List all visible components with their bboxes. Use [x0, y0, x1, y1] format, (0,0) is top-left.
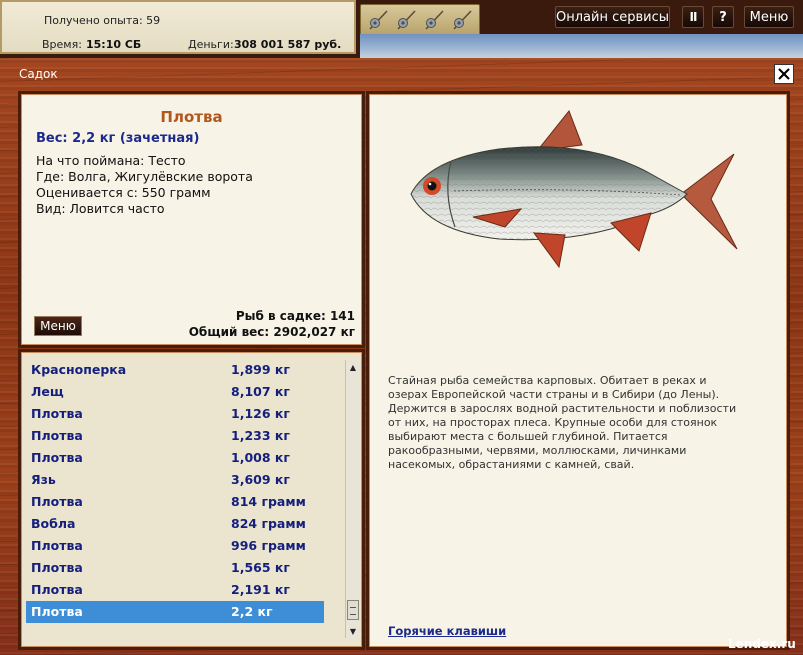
fish-list-row[interactable]: Плотва 1,565 кг	[26, 557, 324, 579]
time-label: Время:	[42, 38, 82, 51]
fish-list-row[interactable]: Плотва 814 грамм	[26, 491, 324, 513]
time-value: 15:10 СБ	[86, 38, 142, 51]
gear-slots	[360, 4, 480, 36]
fish-row-name: Плотва	[31, 538, 83, 553]
fish-row-weight: 3,609 кг	[231, 472, 290, 487]
fish-list-row[interactable]: Плотва 1,233 кг	[26, 425, 324, 447]
valued-from-text: Оценивается с: 550 грамм	[36, 185, 211, 200]
scroll-up-arrow-icon[interactable]: ▲	[346, 360, 360, 374]
fish-row-name: Плотва	[31, 560, 83, 575]
fish-list-row[interactable]: Плотва 2,2 кг	[26, 601, 324, 623]
fish-row-name: Плотва	[31, 604, 83, 619]
rod-reel-icon[interactable]	[395, 9, 417, 31]
online-services-button[interactable]: Онлайн сервисы	[555, 6, 670, 28]
fish-list-row[interactable]: Плотва 996 грамм	[26, 535, 324, 557]
fish-row-weight: 2,191 кг	[231, 582, 290, 597]
fish-row-weight: 824 грамм	[231, 516, 306, 531]
fish-menu-button[interactable]: Меню	[34, 316, 82, 336]
fish-name: Плотва	[160, 108, 223, 126]
window-title-bar: Садок	[0, 58, 803, 88]
fish-info-panel: Плотва Вес: 2,2 кг (зачетная) На что пой…	[18, 91, 365, 348]
money-label: Деньги:	[188, 38, 234, 51]
list-scrollbar[interactable]: ▲ ▼	[345, 360, 360, 638]
pause-button[interactable]: II	[682, 6, 704, 28]
fish-row-name: Красноперка	[31, 362, 127, 377]
roach-fish-illustration	[410, 110, 738, 269]
rod-reel-icon[interactable]	[451, 9, 473, 31]
window-title: Садок	[19, 67, 58, 81]
fish-row-name: Язь	[31, 472, 56, 487]
rod-reel-icon[interactable]	[423, 9, 445, 31]
scroll-thumb[interactable]	[347, 600, 359, 620]
fish-description-panel: Стайная рыба семейства карповых. Обитает…	[366, 91, 790, 650]
close-button[interactable]	[774, 64, 794, 84]
fish-row-name: Плотва	[31, 406, 83, 421]
close-icon	[778, 68, 790, 80]
experience-text: Получено опыта: 59	[44, 14, 161, 27]
fish-row-name: Лещ	[31, 384, 64, 399]
fish-weight: Вес: 2,2 кг (зачетная)	[36, 131, 200, 146]
fish-row-weight: 1,233 кг	[231, 428, 290, 443]
money-value: 308 001 587 руб.	[234, 38, 342, 51]
fish-list-row[interactable]: Лещ 8,107 кг	[26, 381, 324, 403]
fish-row-weight: 1,126 кг	[231, 406, 290, 421]
fish-row-weight: 814 грамм	[231, 494, 306, 509]
rod-reel-icon[interactable]	[367, 9, 389, 31]
fish-row-name: Плотва	[31, 494, 83, 509]
fish-description: Стайная рыба семейства карповых. Обитает…	[388, 374, 737, 471]
caught-with-text: На что поймана: Тесто	[36, 153, 186, 168]
main-menu-button[interactable]: Меню	[744, 6, 794, 28]
fish-row-name: Плотва	[31, 450, 83, 465]
fish-list-row[interactable]: Плотва 1,008 кг	[26, 447, 324, 469]
fish-row-name: Плотва	[31, 428, 83, 443]
fish-row-weight: 1,899 кг	[231, 362, 290, 377]
scroll-down-arrow-icon[interactable]: ▼	[346, 624, 360, 638]
fish-count: Рыб в садке: 141	[235, 309, 355, 323]
caught-where-text: Где: Волга, Жигулёвские ворота	[36, 169, 253, 184]
fish-row-weight: 2,2 кг	[231, 604, 273, 619]
top-bar: Получено опыта: 59 Время: 15:10 СБ Деньг…	[0, 0, 803, 58]
fish-row-name: Вобла	[31, 516, 76, 531]
player-stats-panel: Получено опыта: 59 Время: 15:10 СБ Деньг…	[0, 0, 356, 54]
fish-row-weight: 1,565 кг	[231, 560, 290, 575]
fish-list-panel: Красноперка 1,899 кг Лещ 8,107 кг Плотва 1,12…	[18, 349, 365, 650]
occurrence-text: Вид: Ловится часто	[36, 201, 165, 216]
hotkeys-link[interactable]: Горячие клавиши	[388, 624, 506, 638]
fish-row-name: Плотва	[31, 582, 83, 597]
fish-row-weight: 1,008 кг	[231, 450, 290, 465]
total-weight: Общий вес: 2902,027 кг	[188, 325, 355, 339]
fish-row-weight: 8,107 кг	[231, 384, 290, 399]
fish-list-row[interactable]: Язь 3,609 кг	[26, 469, 324, 491]
watermark: Lendex.ru	[728, 637, 796, 651]
fish-list-row[interactable]: Красноперка 1,899 кг	[26, 359, 324, 381]
sky-background	[360, 34, 803, 58]
fish-row-weight: 996 грамм	[231, 538, 306, 553]
fish-list-row[interactable]: Плотва 2,191 кг	[26, 579, 324, 601]
fish-list: Красноперка 1,899 кг Лещ 8,107 кг Плотва 1,12…	[26, 359, 324, 623]
fish-list-row[interactable]: Плотва 1,126 кг	[26, 403, 324, 425]
keepnet-window: Садок Плотва Вес: 2,2 кг (зачетная) На ч…	[0, 58, 803, 655]
help-button[interactable]: ?	[712, 6, 734, 28]
fish-list-row[interactable]: Вобла 824 грамм	[26, 513, 324, 535]
